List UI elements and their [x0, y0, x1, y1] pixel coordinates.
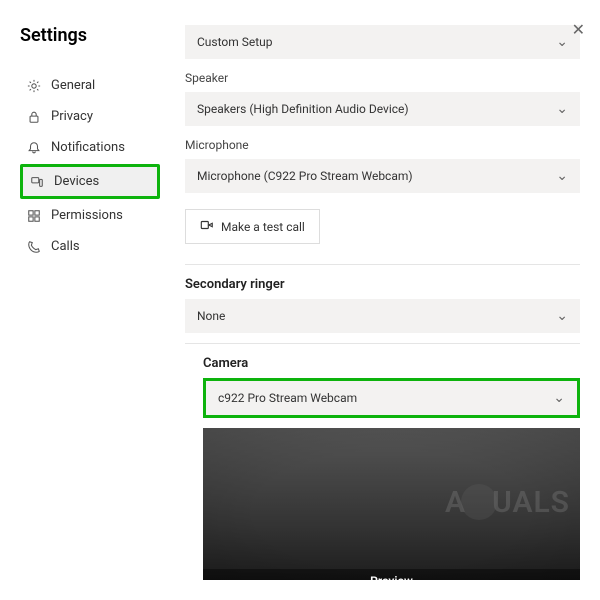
divider: [185, 343, 580, 344]
secondary-ringer-dropdown[interactable]: None ⌄: [185, 299, 580, 333]
sidebar-item-label: Privacy: [51, 109, 93, 124]
device-icon: [29, 174, 44, 189]
speaker-label: Speaker: [185, 71, 580, 85]
chevron-down-icon: ⌄: [553, 390, 565, 406]
sidebar-item-calls[interactable]: Calls: [20, 232, 160, 261]
gear-icon: [26, 78, 41, 93]
phone-icon: [26, 239, 41, 254]
preview-label: Preview: [203, 569, 580, 580]
nav-list: General Privacy Notifications Devices: [20, 71, 160, 261]
chevron-down-icon: ⌄: [556, 308, 568, 324]
video-call-icon: [200, 218, 214, 235]
sidebar-item-general[interactable]: General: [20, 71, 160, 100]
chevron-down-icon: ⌄: [556, 101, 568, 117]
app-icon: [26, 208, 41, 223]
lock-icon: [26, 109, 41, 124]
microphone-dropdown[interactable]: Microphone (C922 Pro Stream Webcam) ⌄: [185, 159, 580, 193]
watermark-logo-icon: [461, 484, 497, 520]
button-label: Make a test call: [221, 220, 305, 234]
sidebar-item-label: Calls: [51, 239, 80, 254]
sidebar-item-notifications[interactable]: Notifications: [20, 133, 160, 162]
sidebar-item-devices[interactable]: Devices: [20, 164, 160, 199]
sidebar-item-label: Permissions: [51, 208, 123, 223]
sidebar-item-permissions[interactable]: Permissions: [20, 201, 160, 230]
sidebar-item-label: Devices: [54, 174, 99, 189]
sidebar-item-label: General: [51, 78, 95, 93]
camera-label: Camera: [203, 356, 580, 371]
dropdown-value: Custom Setup: [197, 35, 273, 49]
close-button[interactable]: ✕: [572, 20, 585, 39]
watermark-suffix: UALS: [492, 485, 570, 520]
audio-profile-dropdown[interactable]: Custom Setup ⌄: [185, 25, 580, 59]
sidebar-item-label: Notifications: [51, 140, 125, 155]
speaker-dropdown[interactable]: Speakers (High Definition Audio Device) …: [185, 92, 580, 126]
secondary-ringer-label: Secondary ringer: [185, 277, 580, 292]
sidebar: Settings General Privacy Notifications: [20, 25, 170, 580]
dropdown-value: c922 Pro Stream Webcam: [218, 391, 357, 405]
dropdown-value: Microphone (C922 Pro Stream Webcam): [197, 169, 413, 183]
microphone-label: Microphone: [185, 138, 580, 152]
sidebar-item-privacy[interactable]: Privacy: [20, 102, 160, 131]
divider: [185, 264, 580, 265]
page-title: Settings: [20, 25, 160, 46]
chevron-down-icon: ⌄: [556, 168, 568, 184]
close-icon: ✕: [572, 20, 585, 39]
camera-dropdown[interactable]: c922 Pro Stream Webcam ⌄: [203, 378, 580, 418]
bell-icon: [26, 140, 41, 155]
watermark: A UALS: [445, 484, 570, 520]
dropdown-value: None: [197, 309, 225, 323]
dropdown-value: Speakers (High Definition Audio Device): [197, 102, 409, 116]
chevron-down-icon: ⌄: [556, 34, 568, 50]
make-test-call-button[interactable]: Make a test call: [185, 209, 320, 244]
